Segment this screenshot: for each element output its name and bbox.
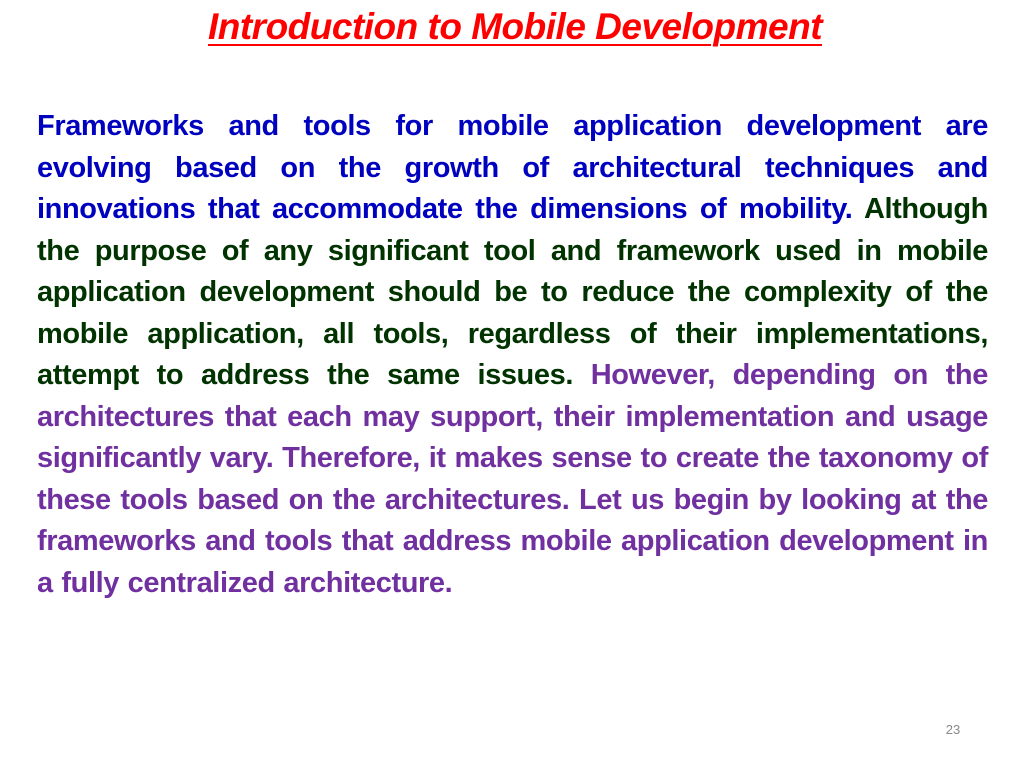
slide-title: Introduction to Mobile Development: [207, 6, 823, 47]
paragraph-segment-intro: Frameworks and tools for mobile applicat…: [37, 110, 988, 225]
slide: Introduction to Mobile Development Frame…: [0, 0, 1024, 768]
slide-body-paragraph: Frameworks and tools for mobile applicat…: [37, 106, 988, 604]
page-number: 23: [945, 722, 961, 737]
paragraph-segment-taxonomy: However, depending on the architectures …: [37, 359, 988, 599]
